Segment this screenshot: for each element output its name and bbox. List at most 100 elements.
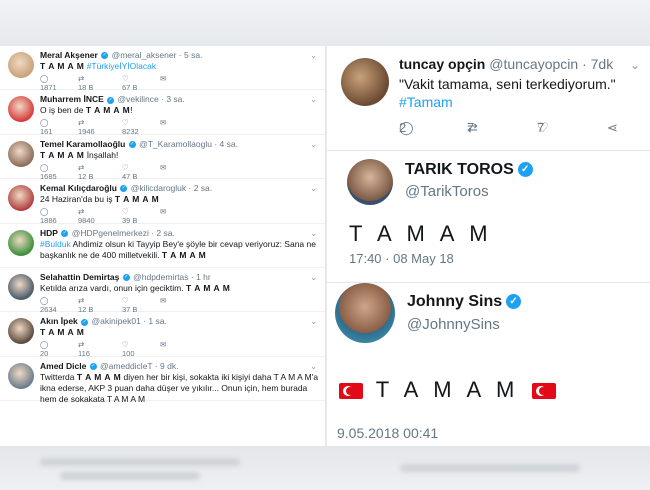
- reply-button[interactable]: ◯ 20: [40, 340, 78, 358]
- retweet-button[interactable]: ⇄ 18 B: [78, 74, 122, 92]
- reply-button[interactable]: ◯ 161: [40, 118, 78, 136]
- avatar[interactable]: [341, 58, 389, 106]
- display-name[interactable]: TARIK TOROS ✓: [405, 161, 533, 179]
- avatar[interactable]: [8, 273, 34, 300]
- timestamp[interactable]: 17:40 · 08 May 18: [349, 251, 454, 266]
- display-name[interactable]: Johnny Sins ✓: [407, 293, 522, 311]
- like-button[interactable]: ♡ 39 B: [122, 207, 160, 225]
- like-button[interactable]: ♡ 8232: [122, 118, 160, 136]
- tweet-card[interactable]: Amed Dicle ✓ @ameddicleT · 9 dk. ⌄ Twitter…: [0, 357, 325, 404]
- tweet-card[interactable]: Muharrem İNCE ✓ @vekilince · 3 sa. ⌄ O iş …: [0, 90, 325, 136]
- verified-badge-icon: ✓: [517, 162, 533, 178]
- tweet-text: Ketılda arıza vardı, onun için geciktim.…: [40, 283, 319, 294]
- chevron-down-icon[interactable]: ⌄: [310, 51, 317, 60]
- handle[interactable]: @tuncayopcin: [489, 56, 578, 72]
- dm-button[interactable]: ✉: [160, 118, 198, 136]
- display-name[interactable]: Amed Dicle: [40, 361, 86, 371]
- like-button[interactable]: ♡ 37 B: [122, 296, 160, 314]
- timestamp[interactable]: 9.05.2018 00:41: [337, 425, 438, 441]
- chevron-down-icon[interactable]: ⌄: [630, 58, 640, 72]
- avatar[interactable]: [8, 52, 34, 78]
- tweet-card[interactable]: Meral Akşener ✓ @meral_aksener · 5 sa. ⌄ T…: [0, 46, 325, 92]
- tweet-card[interactable]: Akın İpek ✓ @akinipek01 · 1 sa. ⌄ T A M A …: [0, 312, 325, 358]
- tamam-text: T A M A M: [40, 149, 85, 160]
- handle[interactable]: @vekilince: [118, 94, 159, 104]
- handle[interactable]: @ameddicleT: [100, 361, 152, 371]
- reply-button[interactable]: ◯ 2634: [40, 296, 78, 314]
- reply-count: 2: [399, 120, 407, 135]
- like-button[interactable]: ♡ 67 B: [122, 74, 160, 92]
- avatar[interactable]: [347, 159, 393, 205]
- tweet-card[interactable]: Kemal Kılıçdaroğlu ✓ @kilicdarogluk · 2 …: [0, 179, 325, 225]
- handle[interactable]: @meral_aksener: [112, 50, 177, 60]
- hashtag-link[interactable]: #TürkiyeİYİOlacak: [84, 61, 156, 71]
- like-button[interactable]: ♡ 47 B: [122, 163, 160, 181]
- like-button[interactable]: ♡ 100: [122, 340, 160, 358]
- tweet-card[interactable]: Temel Karamollaoğlu ✓ @T_Karamollaoglu ·…: [0, 135, 325, 181]
- timestamp[interactable]: · 3 sa.: [161, 94, 185, 104]
- avatar[interactable]: [8, 140, 34, 167]
- display-name[interactable]: Temel Karamollaoğlu: [40, 139, 125, 149]
- timestamp[interactable]: · 7dk: [582, 56, 613, 72]
- tweet-johnny-sins[interactable]: Johnny Sins ✓ @JohnnySins T A M A M 9.05.…: [327, 282, 650, 446]
- handle[interactable]: @hdpdemirtas: [133, 272, 188, 282]
- timestamp[interactable]: · 2 sa.: [151, 228, 175, 238]
- avatar[interactable]: [8, 362, 34, 389]
- dm-button[interactable]: ✉: [160, 74, 198, 92]
- chevron-down-icon[interactable]: ⌄: [310, 95, 317, 104]
- tamam-text: T A M A M: [40, 61, 85, 71]
- retweet-button[interactable]: ⇄ 12 B: [78, 163, 122, 181]
- timestamp[interactable]: · 1 sa.: [143, 316, 167, 326]
- display-name[interactable]: HDP: [40, 228, 58, 238]
- avatar[interactable]: [335, 283, 395, 343]
- verified-badge-icon: ✓: [89, 362, 97, 370]
- right-tweet-collage: tuncay opçin @tuncayopcin · 7dk ⌄ "Vakit…: [327, 46, 650, 446]
- hashtag-link[interactable]: #Tamam: [399, 94, 453, 110]
- dm-button[interactable]: ✉: [160, 163, 198, 181]
- tweet-actions: ◯ 1886 ⇄ 9840 ♡ 39 B ✉: [40, 207, 319, 225]
- chevron-down-icon[interactable]: ⌄: [310, 140, 317, 149]
- handle[interactable]: @kilicdarogluk: [131, 183, 186, 193]
- chevron-down-icon[interactable]: ⌄: [310, 184, 317, 193]
- handle[interactable]: @T_Karamollaoglu: [139, 139, 212, 149]
- display-name[interactable]: Selahattin Demirtaş: [40, 272, 119, 282]
- avatar[interactable]: [8, 185, 34, 212]
- hashtag-link[interactable]: #Bulduk: [40, 239, 71, 249]
- timestamp[interactable]: · 4 sa.: [214, 139, 238, 149]
- avatar[interactable]: [8, 96, 34, 123]
- timestamp[interactable]: · 2 sa.: [189, 183, 213, 193]
- handle[interactable]: @JohnnySins: [407, 316, 500, 333]
- retweet-button[interactable]: ⇄ 12 B: [78, 296, 122, 314]
- reply-button[interactable]: ◯ 1685: [40, 163, 78, 181]
- display-name[interactable]: Meral Akşener: [40, 50, 98, 60]
- tweet-card[interactable]: Selahattin Demirtaş ✓ @hdpdemirtas · 1 h…: [0, 268, 325, 314]
- retweet-button[interactable]: ⇄ 1946: [78, 118, 122, 136]
- reply-button[interactable]: ◯ 1871: [40, 74, 78, 92]
- dm-button[interactable]: ✉: [160, 207, 198, 225]
- tweet-card[interactable]: HDP ✓ @HDPgenelmerkezi · 2 sa. ⌄ #Bulduk A…: [0, 224, 325, 268]
- retweet-button[interactable]: ⇄ 116: [78, 340, 122, 358]
- handle[interactable]: @akinipek01: [92, 316, 141, 326]
- timestamp[interactable]: · 5 sa.: [179, 50, 203, 60]
- display-name[interactable]: Muharrem İNCE: [40, 94, 104, 104]
- display-name[interactable]: Kemal Kılıçdaroğlu: [40, 183, 117, 193]
- chevron-down-icon[interactable]: ⌄: [310, 362, 317, 371]
- tweet-header: Kemal Kılıçdaroğlu ✓ @kilicdarogluk · 2 …: [40, 183, 319, 194]
- chevron-down-icon[interactable]: ⌄: [310, 229, 317, 238]
- reply-button[interactable]: ◯ 1886: [40, 207, 78, 225]
- handle[interactable]: @TarikToros: [405, 183, 489, 200]
- chevron-down-icon[interactable]: ⌄: [310, 273, 317, 282]
- dm-button[interactable]: ✉: [160, 340, 198, 358]
- handle[interactable]: @HDPgenelmerkezi: [72, 228, 149, 238]
- retweet-button[interactable]: ⇄ 9840: [78, 207, 122, 225]
- display-name[interactable]: Akın İpek: [40, 316, 78, 326]
- avatar[interactable]: [8, 318, 34, 345]
- display-name[interactable]: tuncay opçin: [399, 56, 485, 72]
- timestamp[interactable]: · 1 hr: [191, 272, 211, 282]
- chevron-down-icon[interactable]: ⌄: [310, 317, 317, 326]
- tweet-tuncay[interactable]: tuncay opçin @tuncayopcin · 7dk ⌄ "Vakit…: [327, 46, 650, 146]
- avatar[interactable]: [8, 229, 34, 256]
- tweet-tarik-toros[interactable]: TARIK TOROS ✓ @TarikToros T A M A M 17:40…: [327, 150, 650, 280]
- timestamp[interactable]: · 9 dk.: [155, 361, 179, 371]
- dm-button[interactable]: ✉: [160, 296, 198, 314]
